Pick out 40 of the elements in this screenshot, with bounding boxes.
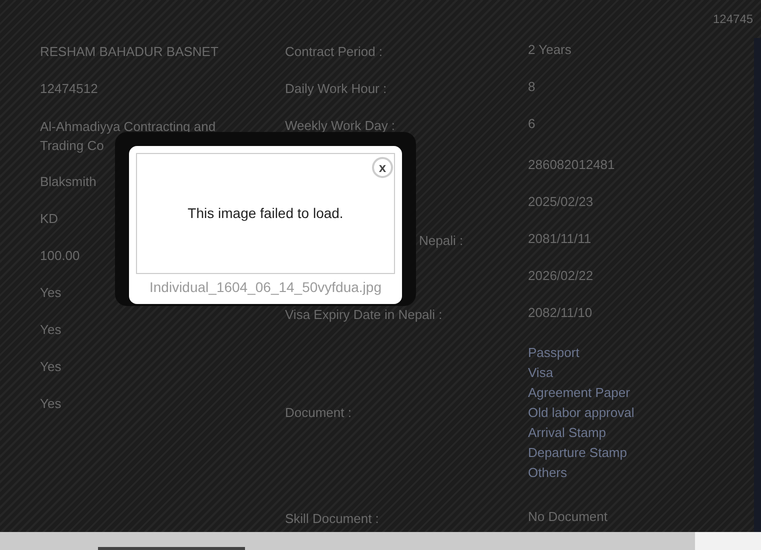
field-value: Yes (40, 285, 62, 300)
field-value: 6 (528, 116, 536, 131)
field-value: Yes (40, 396, 62, 411)
field-value: RESHAM BAHADUR BASNET (40, 44, 218, 59)
document-link[interactable]: Agreement Paper (528, 383, 634, 403)
field-value: 8 (528, 79, 536, 94)
document-link[interactable]: Old labor approval (528, 403, 634, 423)
field-label: Visa Expiry Date in Nepali : (285, 307, 442, 322)
document-link[interactable]: Arrival Stamp (528, 423, 634, 443)
field-value: 12474512 (40, 81, 98, 96)
close-button[interactable]: x (372, 157, 393, 178)
field-label: Weekly Work Day : (285, 118, 396, 133)
field-value: Yes (40, 322, 62, 337)
field-value: KD (40, 211, 58, 226)
field-label: Contract Period : (285, 44, 383, 59)
document-link[interactable]: Others (528, 463, 634, 483)
field-value: 2081/11/11 (528, 231, 592, 246)
scrollbar-track[interactable] (0, 532, 761, 550)
document-link[interactable]: Visa (528, 363, 634, 383)
field-label: Nepali : (419, 233, 464, 248)
image-caption: Individual_1604_06_14_50vyfdua.jpg (148, 278, 382, 297)
field-label: Skill Document : (285, 511, 379, 526)
field-value: 2082/11/10 (528, 305, 592, 320)
field-label: Document : (285, 405, 352, 420)
field-value: 2026/02/22 (528, 268, 594, 283)
document-link[interactable]: Departure Stamp (528, 443, 634, 463)
field-value: No Document (528, 509, 608, 524)
field-value: 2025/02/23 (528, 194, 594, 209)
field-value: 286082012481 (528, 157, 615, 172)
field-label: Daily Work Hour : (285, 81, 387, 96)
field-value: 2 Years (528, 42, 572, 57)
field-value: Yes (40, 359, 62, 374)
passport-number: 124745 (713, 11, 754, 28)
scrollbar-thumb[interactable] (98, 547, 245, 550)
field-value: Blaksmith (40, 174, 96, 189)
document-link[interactable]: Passport (528, 343, 634, 363)
field-value: 100.00 (40, 248, 80, 263)
scrollbar-button[interactable] (695, 532, 761, 550)
error-message: This image failed to load. (188, 204, 344, 223)
field-value: Al-Ahmadiyya Contracting and Trading Co (40, 119, 216, 153)
